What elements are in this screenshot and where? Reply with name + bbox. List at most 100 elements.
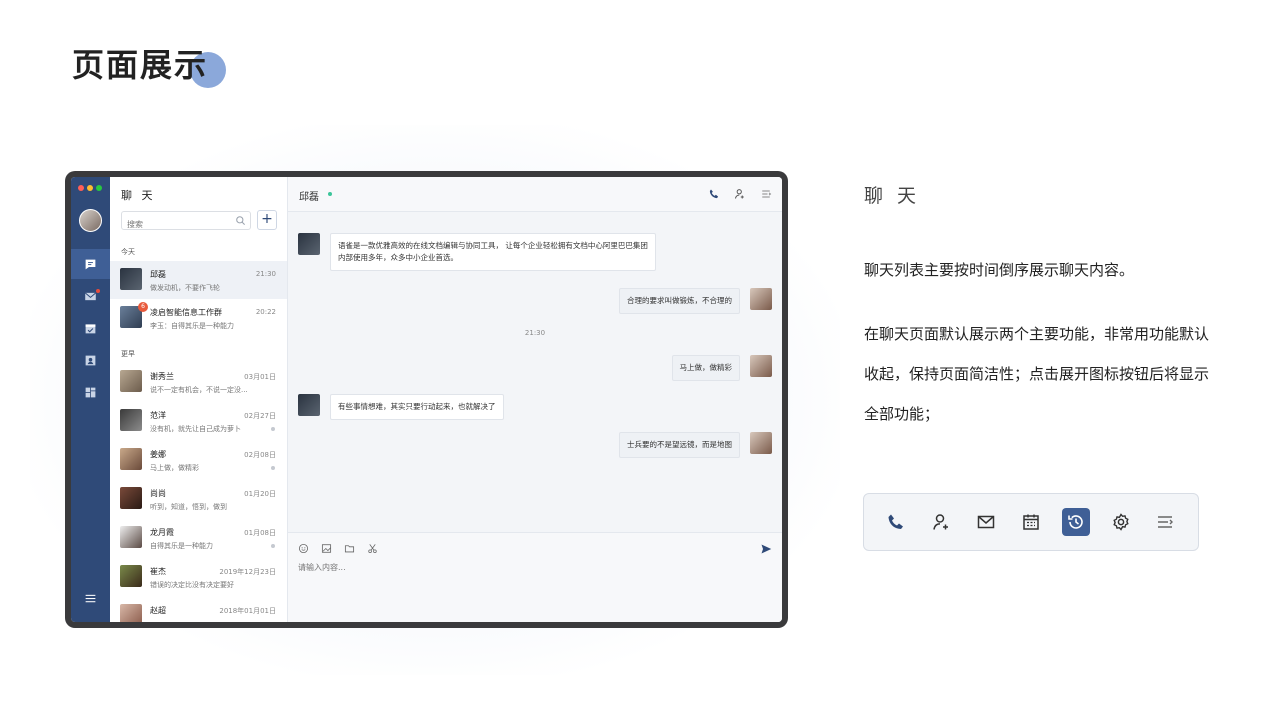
chat-preview: 自得其乐是一种能力 xyxy=(150,542,213,550)
status-dot xyxy=(271,466,275,470)
chat-name: 赵超 xyxy=(150,606,166,615)
chat-row[interactable]: 崔杰 错误的决定比没有决定要好 2019年12月23日 xyxy=(110,558,287,596)
chat-list-title: 聊 天 xyxy=(121,189,156,202)
toolbar-calendar-button[interactable] xyxy=(1017,508,1045,536)
message-row-self xyxy=(750,355,772,377)
composer-tools xyxy=(298,543,378,554)
maximize-window-button[interactable] xyxy=(96,185,102,191)
chat-time: 2018年01月01日 xyxy=(219,607,276,615)
message-text: 内部使用多年，众多中小企业首选。 xyxy=(338,253,458,262)
toolbar-expand-button[interactable] xyxy=(1151,508,1179,536)
expand-menu-icon[interactable] xyxy=(760,188,772,200)
window-controls xyxy=(78,185,102,191)
emoji-icon[interactable] xyxy=(298,543,309,554)
chat-row[interactable]: 尚尚 听到，知道，悟到，做到 01月20日 xyxy=(110,480,287,518)
rail-item-mail[interactable] xyxy=(71,281,110,311)
image-icon[interactable] xyxy=(321,543,332,554)
online-indicator xyxy=(328,192,332,196)
settings-icon xyxy=(1112,513,1129,531)
toolbar-history-button[interactable] xyxy=(1061,508,1090,536)
search-icon[interactable] xyxy=(235,215,246,226)
rail-item-calendar[interactable] xyxy=(71,313,110,343)
message-bubble-self: 士兵要的不是望远镜，而是地图 xyxy=(619,432,740,458)
chat-time: 03月01日 xyxy=(244,373,276,381)
apps-grid-icon xyxy=(85,387,96,397)
toolbar-phone-button[interactable] xyxy=(882,508,910,536)
message-text: 马上做，做精彩 xyxy=(679,363,733,372)
rail-item-chat[interactable] xyxy=(71,249,110,279)
self-avatar xyxy=(750,432,772,454)
page-title: 页面展示 xyxy=(72,46,209,84)
search-input[interactable] xyxy=(122,216,222,233)
calendar-icon xyxy=(1023,514,1039,530)
chat-time: 02月27日 xyxy=(244,412,276,420)
message-bubble-self: 马上做，做精彩 xyxy=(671,355,740,381)
toolbar-add-user-button[interactable] xyxy=(927,508,955,536)
avatar xyxy=(120,487,142,509)
toolbar-mail-button[interactable] xyxy=(972,508,1000,536)
chat-time: 20:22 xyxy=(255,308,276,316)
add-user-icon xyxy=(933,514,949,530)
rail-item-menu[interactable] xyxy=(71,583,110,613)
chat-row[interactable]: 邱磊 做发动机，不要作飞轮 21:30 xyxy=(110,261,287,299)
scissors-icon[interactable] xyxy=(367,543,378,554)
sender-avatar xyxy=(298,233,320,255)
rail-item-apps[interactable] xyxy=(71,377,110,407)
chat-name: 范洋 xyxy=(150,411,166,420)
chat-preview: 做发动机，不要作飞轮 xyxy=(150,284,220,292)
user-avatar[interactable] xyxy=(79,209,102,232)
chat-preview: 没有机，就先让自己成为萝卜 xyxy=(150,425,241,433)
close-window-button[interactable] xyxy=(78,185,84,191)
chat-name: 邱磊 xyxy=(150,270,166,279)
nav-rail xyxy=(71,177,110,622)
chat-name: 崔杰 xyxy=(150,567,166,576)
chat-name: 凌启智能信息工作群 xyxy=(150,308,222,317)
avatar xyxy=(120,604,142,622)
description-paragraph: 聊天列表主要按时间倒序展示聊天内容。 xyxy=(864,261,1135,279)
rail-item-contacts[interactable] xyxy=(71,345,110,375)
toolbar-settings-button[interactable] xyxy=(1107,508,1135,536)
message-composer xyxy=(288,532,782,622)
chat-row[interactable]: 范洋 没有机，就先让自己成为萝卜 02月27日 xyxy=(110,402,287,440)
chat-row[interactable]: 赵超 2018年01月01日 xyxy=(110,597,287,622)
message-input[interactable] xyxy=(298,563,718,572)
send-icon[interactable] xyxy=(760,543,772,555)
avatar xyxy=(120,370,142,392)
folder-icon[interactable] xyxy=(344,543,355,554)
chat-row[interactable]: 谢秀兰 说不一定有机会，不说一定没... 03月01日 xyxy=(110,363,287,401)
self-avatar xyxy=(750,355,772,377)
section-today: 今天 xyxy=(121,248,135,256)
conversation-title: 邱磊 xyxy=(299,192,319,203)
avatar xyxy=(120,409,142,431)
mail-icon xyxy=(84,291,97,300)
message-text: 士兵要的不是望远镜，而是地图 xyxy=(627,440,732,449)
description-paragraph: 在聊天页面默认展示两个主要功能，非常用功能默认收起，保持页面简洁性；点击展开图标… xyxy=(864,325,1210,423)
header-actions xyxy=(708,188,772,200)
message-text: 合理的要求叫做锻炼，不合理的 xyxy=(627,296,732,305)
phone-icon xyxy=(888,514,904,529)
contacts-icon xyxy=(85,355,96,365)
chat-row[interactable]: 龙月霞 自得其乐是一种能力 01月08日 xyxy=(110,519,287,557)
add-chat-button[interactable]: + xyxy=(257,210,277,230)
history-icon xyxy=(1067,515,1083,529)
message-bubble: 语雀是一款优雅高效的在线文档编辑与协同工具， 让每个企业轻松拥有文档中心阿里巴巴… xyxy=(330,233,656,271)
chat-row[interactable]: 6 凌启智能信息工作群 李玉：自得其乐是一种能力 20:22 xyxy=(110,299,287,337)
message-text: 有些事情想难，其实只要行动起来，也就解决了 xyxy=(338,402,496,411)
chat-name: 谢秀兰 xyxy=(150,372,174,381)
conversation-panel: 邱磊 语雀是一款优雅高效的在线文档编辑与协同工具， 让每个企业轻松拥有文档中心阿… xyxy=(288,177,782,622)
mail-icon xyxy=(977,515,995,529)
chat-preview: 听到，知道，悟到，做到 xyxy=(150,503,227,511)
add-user-icon[interactable] xyxy=(734,188,746,200)
conversation-header: 邱磊 xyxy=(288,177,782,212)
chat-row[interactable]: 姜娜 马上做，做精彩 02月08日 xyxy=(110,441,287,479)
sender-avatar xyxy=(298,394,320,416)
page-title-block: 页面展示 xyxy=(72,40,226,88)
search-box xyxy=(121,211,251,233)
avatar xyxy=(120,268,142,290)
minimize-window-button[interactable] xyxy=(87,185,93,191)
message-row-self xyxy=(750,432,772,454)
avatar xyxy=(120,448,142,470)
chat-icon xyxy=(85,259,96,269)
chat-time: 01月08日 xyxy=(244,529,276,537)
phone-icon[interactable] xyxy=(708,188,720,200)
